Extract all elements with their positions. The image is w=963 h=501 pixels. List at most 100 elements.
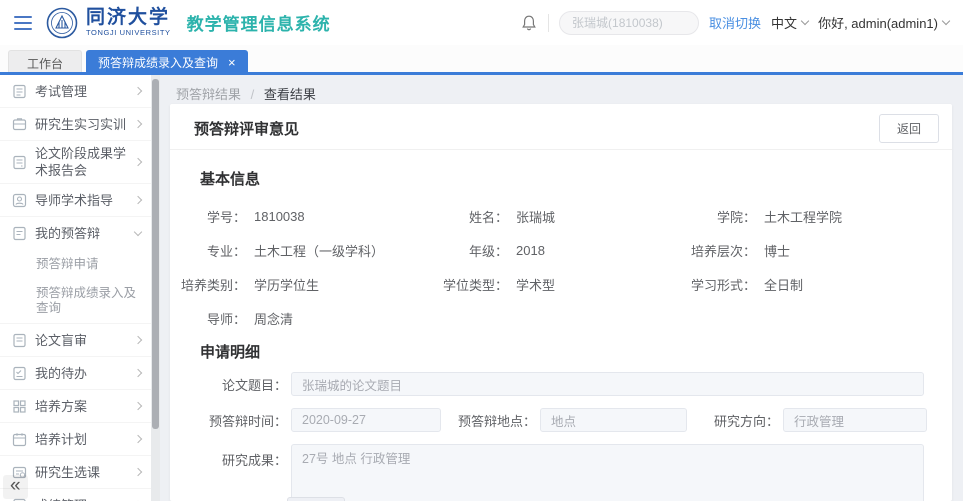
research-results-textarea[interactable]: 27号 地点 行政管理 <box>291 444 924 501</box>
impersonated-user-input[interactable]: 张瑞城(1810038) <box>559 11 699 35</box>
predefense-icon <box>12 226 27 241</box>
user-menu[interactable]: 你好, admin(admin1) <box>818 13 949 32</box>
field-name: 姓名： 张瑞城 <box>438 199 668 233</box>
field-value: 学术型 <box>516 275 555 294</box>
sidebar-item-internship[interactable]: 研究生实习实训 <box>0 108 151 141</box>
open-tabs-bar: 工作台 预答辩成绩录入及查询 × <box>0 45 963 75</box>
defense-schedule-row: 预答辩时间： 2020-09-27 预答辩地点： 地点 研究方向： 行政管理 <box>193 408 952 432</box>
sidebar-item-blind-review[interactable]: 论文盲审 <box>0 324 151 357</box>
field-training-level: 培养层次： 博士 <box>668 233 932 267</box>
sidebar-item-label: 我的待办 <box>35 365 131 382</box>
field-value: 土木工程（一级学科） <box>254 241 384 260</box>
section-heading-basic-info: 基本信息 <box>200 168 952 189</box>
sidebar-collapse-icon[interactable]: « <box>3 475 28 499</box>
field-label: 学位类型： <box>438 275 508 294</box>
field-label: 专业： <box>176 241 246 260</box>
partial-bottom-element[interactable] <box>287 497 345 501</box>
sidebar-item-label: 考试管理 <box>35 83 131 100</box>
breadcrumb-current: 查看结果 <box>264 87 316 102</box>
field-value: 全日制 <box>764 275 803 294</box>
calendar-icon <box>12 432 27 447</box>
sidebar-nav: 考试管理 研究生实习实训 论文阶段成果学术报告会 导师学术指导 我的预答辩 预答… <box>0 75 151 501</box>
chevron-right-icon <box>134 435 142 443</box>
field-label: 年级： <box>438 241 508 260</box>
sidebar-item-label: 论文盲审 <box>35 332 131 349</box>
review-card: 预答辩评审意见 返回 基本信息 学号： 1810038 姓名： 张瑞城 学院： … <box>170 104 952 501</box>
program-grid-icon <box>12 399 27 414</box>
chevron-right-icon <box>134 402 142 410</box>
active-tab-underline <box>0 72 963 75</box>
field-value: 学历学位生 <box>254 275 319 294</box>
sidebar-item-exam-management[interactable]: 考试管理 <box>0 75 151 108</box>
internship-icon <box>12 117 27 132</box>
sidebar-item-label: 研究生实习实训 <box>35 116 131 133</box>
field-label: 培养层次： <box>668 241 756 260</box>
tab-label: 预答辩成绩录入及查询 <box>98 54 218 71</box>
sidebar-scrollbar-thumb[interactable] <box>152 79 159 429</box>
field-value: 张瑞城 <box>516 207 555 226</box>
field-student-id: 学号： 1810038 <box>176 199 438 233</box>
application-detail-form: 论文题目： 张瑞城的论文题目 预答辩时间： 2020-09-27 预答辩地点： … <box>193 372 952 501</box>
section-heading-application-detail: 申请明细 <box>200 341 952 362</box>
breadcrumb-parent[interactable]: 预答辩结果 <box>176 87 241 102</box>
sidebar-item-thesis-report[interactable]: 论文阶段成果学术报告会 <box>0 141 151 184</box>
sidebar-scrollbar-track[interactable] <box>151 75 160 501</box>
field-label: 研究成果： <box>193 444 287 469</box>
sidebar-item-todo[interactable]: 我的待办 <box>0 357 151 390</box>
sidebar-item-label: 导师学术指导 <box>35 192 131 209</box>
field-label: 研究方向： <box>687 411 779 430</box>
sidebar-subitem-predefense-apply[interactable]: 预答辩申请 <box>0 250 151 279</box>
sidebar-item-label: 培养方案 <box>35 398 131 415</box>
thesis-title-input[interactable]: 张瑞城的论文题目 <box>291 372 924 396</box>
predefense-submenu: 预答辩申请 预答辩成绩录入及查询 <box>0 250 151 324</box>
research-direction-input[interactable]: 行政管理 <box>783 408 927 432</box>
field-supervisor: 导师： 周念清 <box>176 301 438 335</box>
chevron-down-icon <box>134 228 142 236</box>
hamburger-menu-icon[interactable] <box>14 16 32 30</box>
chevron-right-icon <box>134 336 142 344</box>
tab-label: 工作台 <box>27 55 63 72</box>
field-value: 博士 <box>764 241 790 260</box>
sidebar-item-advisor-guidance[interactable]: 导师学术指导 <box>0 184 151 217</box>
field-college: 学院： 土木工程学院 <box>668 199 932 233</box>
field-value: 2018 <box>516 243 545 258</box>
basic-info-grid: 学号： 1810038 姓名： 张瑞城 学院： 土木工程学院 专业： 土木工程（… <box>176 199 932 335</box>
field-label: 预答辩地点： <box>441 411 536 430</box>
chevron-right-icon <box>134 120 142 128</box>
chevron-right-icon <box>134 369 142 377</box>
field-value: 周念清 <box>254 309 293 328</box>
close-icon[interactable]: × <box>228 56 236 69</box>
sidebar-item-training-program[interactable]: 培养方案 <box>0 390 151 423</box>
todo-icon <box>12 366 27 381</box>
field-label: 学习形式： <box>668 275 756 294</box>
field-label: 学院： <box>668 207 756 226</box>
back-button[interactable]: 返回 <box>879 114 939 143</box>
sidebar-item-label: 我的预答辩 <box>35 225 131 242</box>
language-label: 中文 <box>771 13 797 32</box>
thesis-title-row: 论文题目： 张瑞城的论文题目 <box>193 372 952 396</box>
sidebar-item-label: 研究生选课 <box>35 464 131 481</box>
breadcrumb: 预答辩结果 / 查看结果 <box>160 75 963 103</box>
field-label: 培养类别： <box>176 275 246 294</box>
field-value: 1810038 <box>254 209 305 224</box>
university-name-cn: 同济大学 <box>86 8 171 27</box>
field-label: 预答辩时间： <box>193 411 287 430</box>
chevron-right-icon <box>134 87 142 95</box>
main-content: 预答辩结果 / 查看结果 预答辩评审意见 返回 基本信息 学号： 1810038… <box>160 75 963 501</box>
card-header: 预答辩评审意见 返回 <box>170 104 952 150</box>
header-divider <box>548 14 549 32</box>
cancel-switch-link[interactable]: 取消切换 <box>709 13 761 32</box>
defense-time-input[interactable]: 2020-09-27 <box>291 408 441 432</box>
breadcrumb-separator-icon: / <box>251 87 255 102</box>
field-label: 导师： <box>176 309 246 328</box>
sidebar-item-label: 培养计划 <box>35 431 131 448</box>
sidebar-item-label: 成绩管理 <box>35 497 131 501</box>
sidebar-subitem-predefense-scores[interactable]: 预答辩成绩录入及查询 <box>0 279 151 323</box>
language-selector[interactable]: 中文 <box>771 13 808 32</box>
advisor-icon <box>12 193 27 208</box>
sidebar-item-training-plan[interactable]: 培养计划 <box>0 423 151 456</box>
app-title: 教学管理信息系统 <box>187 10 331 35</box>
sidebar-item-my-predefense[interactable]: 我的预答辩 <box>0 217 151 250</box>
defense-place-input[interactable]: 地点 <box>540 408 687 432</box>
notification-bell-icon[interactable] <box>520 14 538 32</box>
